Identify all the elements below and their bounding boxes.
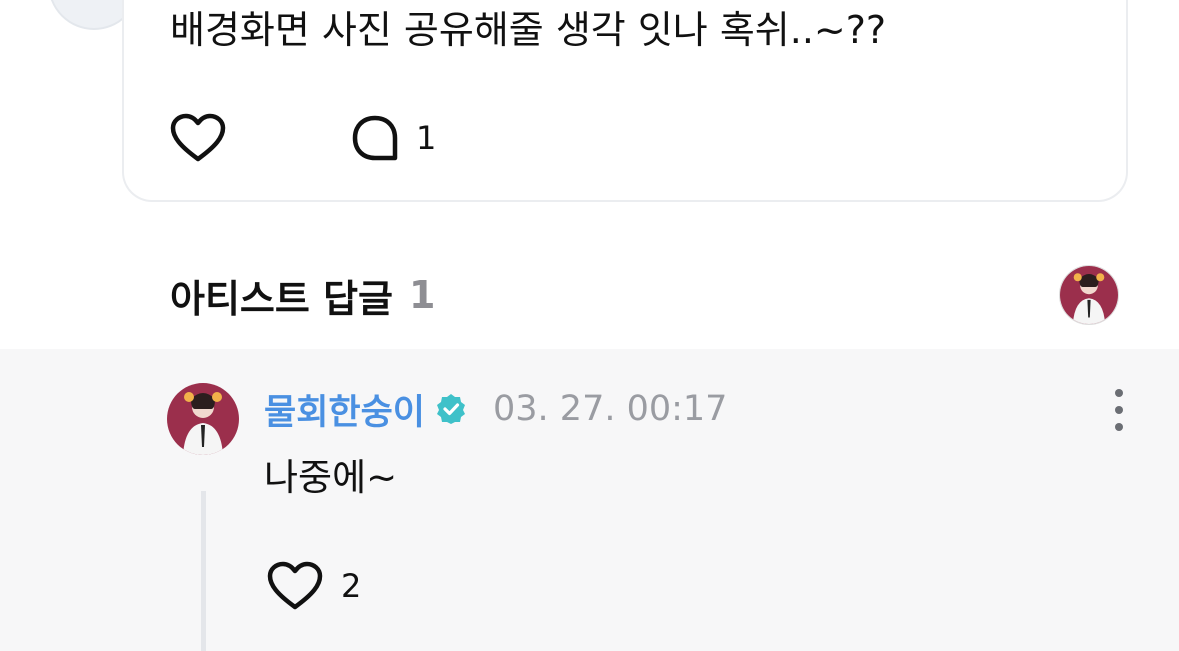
reply-meta: 물회한숭이 03. 27. 00:17 (264, 384, 727, 434)
reply-author-name[interactable]: 물회한숭이 (264, 384, 425, 435)
reply-like-count: 2 (341, 567, 362, 605)
artist-photo-icon (167, 383, 239, 455)
comment-text: 배경화면 사진 공유해줄 생각 잇나 혹쉬..~?? (170, 8, 887, 52)
more-vertical-icon[interactable] (1104, 389, 1134, 431)
comment-actions: 1 (170, 110, 436, 166)
reply-author-avatar[interactable] (167, 383, 239, 455)
section-title: 아티스트 답글 (170, 276, 393, 321)
reply-like-button[interactable] (267, 558, 325, 614)
reply-timestamp: 03. 27. 00:17 (493, 389, 728, 429)
reply-button[interactable]: 1 (350, 113, 436, 163)
reply-count: 1 (416, 119, 437, 157)
artist-replies-header: 아티스트 답글 1 (170, 266, 435, 324)
artist-avatar-small[interactable] (1059, 265, 1119, 325)
fan-comment-page: 배경화면 사진 공유해줄 생각 잇나 혹쉬..~?? 1 아티스트 답글 1 물… (0, 0, 1179, 651)
like-button[interactable] (170, 110, 228, 166)
verified-badge-icon (435, 393, 467, 425)
section-count: 1 (409, 273, 436, 317)
heart-outline-icon (267, 561, 323, 610)
heart-outline-icon (170, 113, 226, 162)
speech-bubble-icon (352, 115, 398, 161)
artist-photo-icon (1060, 266, 1118, 324)
reply-actions: 2 (267, 558, 361, 614)
thread-line (201, 491, 206, 651)
reply-text: 나중에~ (264, 456, 398, 499)
